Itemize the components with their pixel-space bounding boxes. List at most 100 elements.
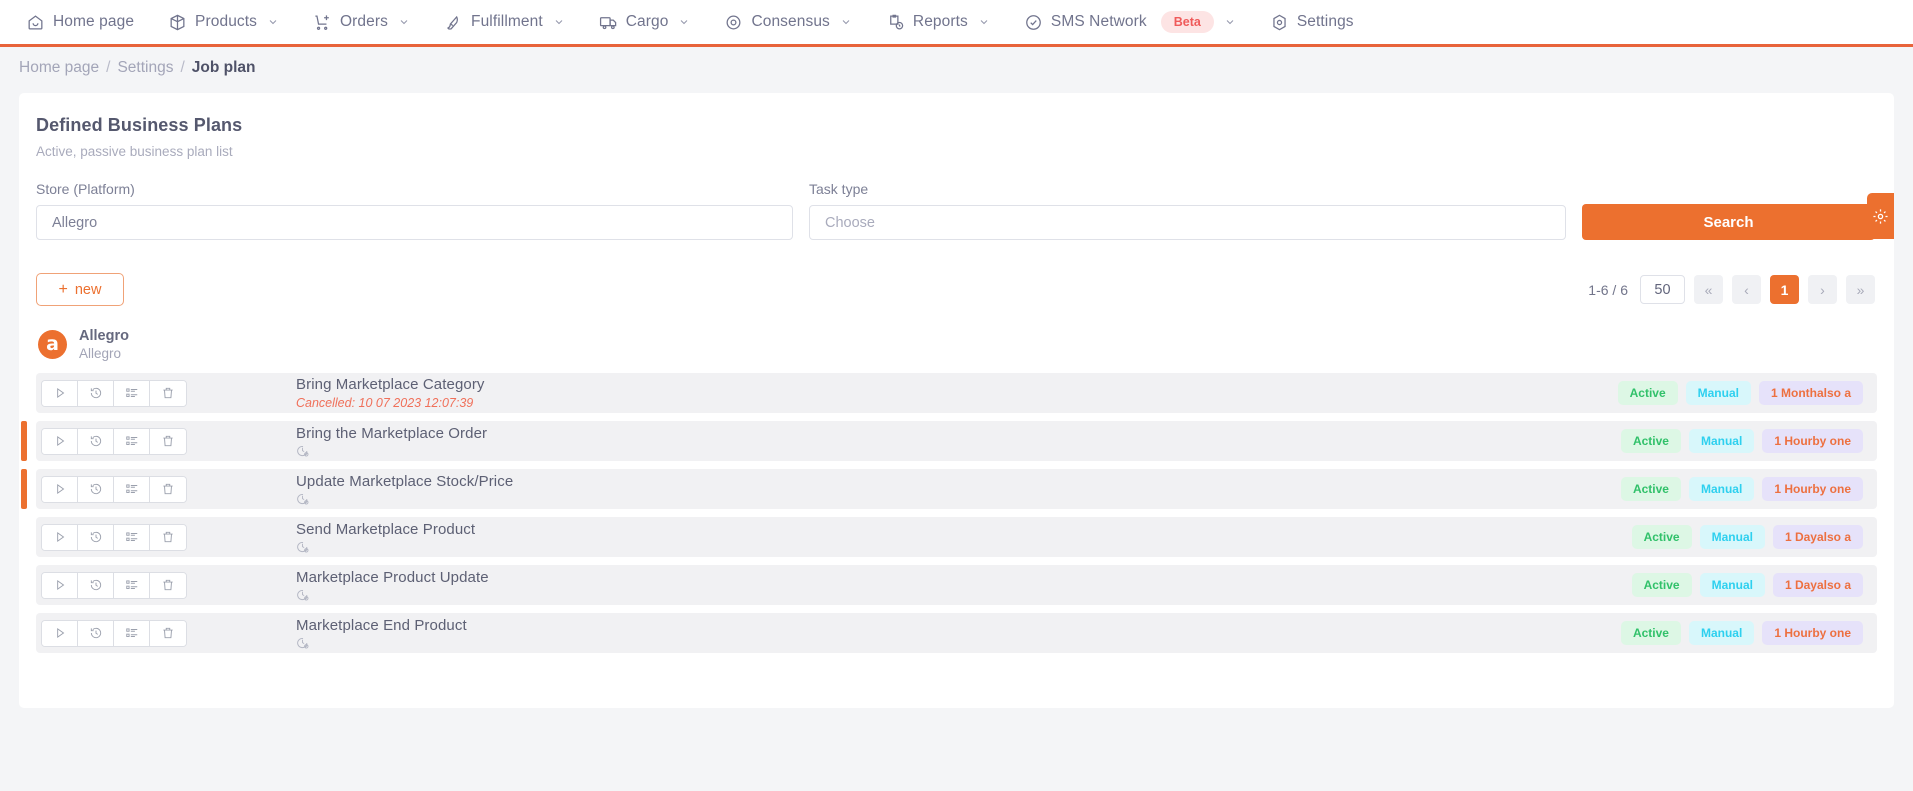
chevron-down-icon[interactable] (678, 16, 690, 28)
next-page-button[interactable]: › (1808, 275, 1837, 304)
nav-item-fulfillment[interactable]: Fulfillment (444, 0, 581, 44)
search-button[interactable]: Search (1582, 204, 1875, 240)
nav-label: Consensus (751, 13, 830, 30)
status-badge: 1 Hourby one (1762, 621, 1863, 645)
page-title: Defined Business Plans (36, 115, 243, 135)
chevron-down-icon[interactable] (553, 16, 565, 28)
chevron-down-icon[interactable] (840, 16, 852, 28)
nav-item-consensus[interactable]: Consensus (724, 0, 867, 44)
breadcrumb: Home page / Settings / Job plan (0, 47, 1913, 88)
breadcrumb-separator: / (180, 58, 185, 76)
schedule-clock-icon (296, 444, 487, 457)
nav-label: Orders (340, 13, 388, 30)
delete-action[interactable] (150, 572, 186, 598)
status-badge: Active (1631, 573, 1692, 597)
store-platform-input[interactable]: Allegro (36, 205, 793, 240)
nav-item-products[interactable]: Products (168, 0, 295, 44)
logs-action[interactable] (114, 380, 150, 406)
nav-item-home-page[interactable]: Home page (26, 0, 150, 44)
task-type-field: Task type Choose (809, 181, 1566, 240)
chevron-down-icon[interactable] (978, 16, 990, 28)
task-type-select[interactable]: Choose (809, 205, 1566, 240)
table-row[interactable]: Bring the Marketplace Order Active Manual 1… (21, 421, 1877, 461)
settings-side-tab[interactable] (1867, 193, 1894, 239)
chevron-down-icon[interactable] (398, 16, 410, 28)
page-size-input[interactable]: 50 (1640, 275, 1685, 304)
run-action[interactable] (42, 524, 78, 550)
table-row[interactable]: Bring Marketplace Category Cancelled: 10 … (36, 373, 1877, 413)
job-plan-list: Bring Marketplace Category Cancelled: 10 … (21, 373, 1877, 653)
breadcrumb-separator: / (106, 58, 111, 76)
last-page-button[interactable]: » (1846, 275, 1875, 304)
table-row[interactable]: Marketplace End Product Active Manual 1 Hou… (36, 613, 1877, 653)
history-action[interactable] (78, 476, 114, 502)
row-title: Bring Marketplace Category (296, 376, 485, 393)
nav-label: SMS Network (1050, 13, 1147, 30)
nav-label: Fulfillment (471, 13, 543, 30)
chevron-down-icon[interactable] (267, 16, 279, 28)
home-icon (26, 13, 45, 32)
status-badge: Manual (1688, 429, 1755, 453)
row-badges: Active Manual 1 Hourby one (1620, 477, 1863, 501)
chevron-down-icon[interactable] (1224, 16, 1236, 28)
table-row[interactable]: Send Marketplace Product Active Manual 1 Da… (36, 517, 1877, 557)
table-row[interactable]: Marketplace Product Update Active Manual 1 … (36, 565, 1877, 605)
delete-action[interactable] (150, 380, 186, 406)
breadcrumb-item-home-page[interactable]: Home page (19, 59, 99, 77)
row-title: Bring the Marketplace Order (296, 425, 488, 442)
run-action[interactable] (42, 428, 78, 454)
history-action[interactable] (78, 380, 114, 406)
run-action[interactable] (42, 620, 78, 646)
nav-item-cargo[interactable]: Cargo (599, 0, 707, 44)
row-content: Marketplace End Product (296, 617, 467, 649)
first-page-button[interactable]: « (1694, 275, 1723, 304)
rocket-icon (444, 13, 463, 32)
breadcrumb-item-settings[interactable]: Settings (117, 59, 173, 77)
row-badges: Active Manual 1 Monthalso a (1617, 381, 1863, 405)
row-status-text: Cancelled: 10 07 2023 12:07:39 (296, 396, 474, 410)
nav-item-settings[interactable]: Settings (1270, 0, 1370, 44)
delete-action[interactable] (150, 620, 186, 646)
run-action[interactable] (42, 476, 78, 502)
delete-action[interactable] (150, 428, 186, 454)
history-action[interactable] (78, 572, 114, 598)
logs-action[interactable] (114, 524, 150, 550)
schedule-clock-icon (296, 540, 475, 553)
delete-action[interactable] (150, 476, 186, 502)
delete-action[interactable] (150, 524, 186, 550)
status-badge: Active (1631, 525, 1692, 549)
status-badge: 1 Hourby one (1762, 477, 1863, 501)
status-badge: Manual (1699, 525, 1765, 549)
check-circle-icon (1024, 13, 1043, 32)
logs-action[interactable] (114, 428, 150, 454)
history-action[interactable] (78, 428, 114, 454)
table-row[interactable]: Update Marketplace Stock/Price Active Manu… (21, 469, 1877, 509)
row-action-group (41, 619, 187, 647)
run-action[interactable] (42, 380, 78, 406)
logs-action[interactable] (114, 620, 150, 646)
nav-item-sms-network[interactable]: SMS Network Beta (1024, 0, 1252, 44)
clipboard-clock-icon (886, 13, 905, 32)
row-content: Marketplace Product Update (296, 569, 489, 601)
row-action-group (41, 571, 187, 599)
logs-action[interactable] (114, 476, 150, 502)
row-badges: Active Manual 1 Dayalso a (1631, 573, 1863, 597)
row-title: Marketplace End Product (296, 617, 467, 634)
history-action[interactable] (78, 524, 114, 550)
nav-item-reports[interactable]: Reports (886, 0, 1006, 44)
status-badge: Manual (1699, 573, 1765, 597)
task-type-label: Task type (809, 181, 869, 197)
status-badge: Active (1620, 477, 1681, 501)
history-action[interactable] (78, 620, 114, 646)
nav-label: Reports (912, 13, 968, 30)
add-new-button[interactable]: + new (36, 273, 124, 306)
status-badge: Active (1620, 621, 1681, 645)
row-badges: Active Manual 1 Hourby one (1620, 429, 1863, 453)
add-new-label: new (74, 281, 102, 298)
page-number-1[interactable]: 1 (1770, 275, 1799, 304)
prev-page-button[interactable]: ‹ (1732, 275, 1761, 304)
run-action[interactable] (42, 572, 78, 598)
logs-action[interactable] (114, 572, 150, 598)
status-badge: Active (1620, 429, 1681, 453)
nav-item-orders[interactable]: Orders (313, 0, 426, 44)
